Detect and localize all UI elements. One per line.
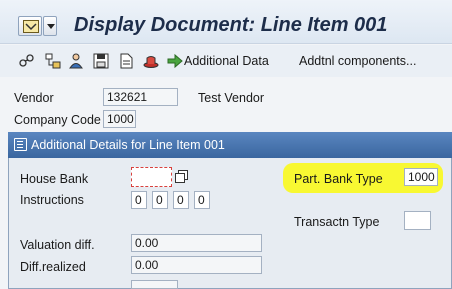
copy-icon[interactable]: [175, 170, 188, 183]
part-bank-type-label: Part. Bank Type: [294, 172, 383, 186]
valuation-diff-field[interactable]: 0.00: [131, 234, 262, 252]
vendor-field[interactable]: 132621: [103, 88, 178, 106]
hierarchy-icon[interactable]: [44, 52, 62, 70]
part-bank-type-field[interactable]: 1000: [404, 168, 438, 186]
diff-realized-field[interactable]: 0.00: [131, 256, 262, 274]
vendor-name: Test Vendor: [198, 91, 265, 105]
house-bank-field[interactable]: [131, 167, 172, 187]
document-icon[interactable]: [117, 52, 135, 70]
arrow-right-icon[interactable]: [166, 52, 184, 70]
menu-dropdown-button[interactable]: [43, 16, 57, 36]
instruction-field-4[interactable]: 0: [194, 191, 210, 209]
menu-button[interactable]: [18, 16, 42, 36]
instructions-label: Instructions: [20, 193, 84, 207]
diff-realized-label: Diff.realized: [20, 260, 86, 274]
transactn-type-field[interactable]: [404, 211, 431, 230]
next-row-field[interactable]: [131, 280, 178, 289]
window-title: Display Document: Line Item 001: [74, 14, 388, 36]
company-code-label: Company Code: [14, 113, 101, 127]
menu-icon: [23, 20, 39, 33]
dialog-title: Additional Details for Line Item 001: [31, 138, 225, 152]
save-icon[interactable]: [92, 52, 110, 70]
company-code-field[interactable]: 1000: [103, 110, 136, 128]
addtnl-components-button[interactable]: Addtnl components...: [299, 54, 416, 68]
instruction-field-3[interactable]: 0: [173, 191, 189, 209]
hat-icon[interactable]: [142, 52, 160, 70]
vendor-label: Vendor: [14, 91, 54, 105]
transactn-type-label: Transactn Type: [294, 215, 380, 229]
instruction-field-2[interactable]: 0: [152, 191, 168, 209]
dialog-window-icon: [14, 138, 27, 151]
glasses-icon[interactable]: [18, 52, 36, 70]
house-bank-label: House Bank: [20, 172, 89, 186]
person-icon[interactable]: [67, 52, 85, 70]
instruction-field-1[interactable]: 0: [131, 191, 147, 209]
additional-data-button[interactable]: Additional Data: [184, 54, 269, 68]
valuation-diff-label: Valuation diff.: [20, 238, 95, 252]
